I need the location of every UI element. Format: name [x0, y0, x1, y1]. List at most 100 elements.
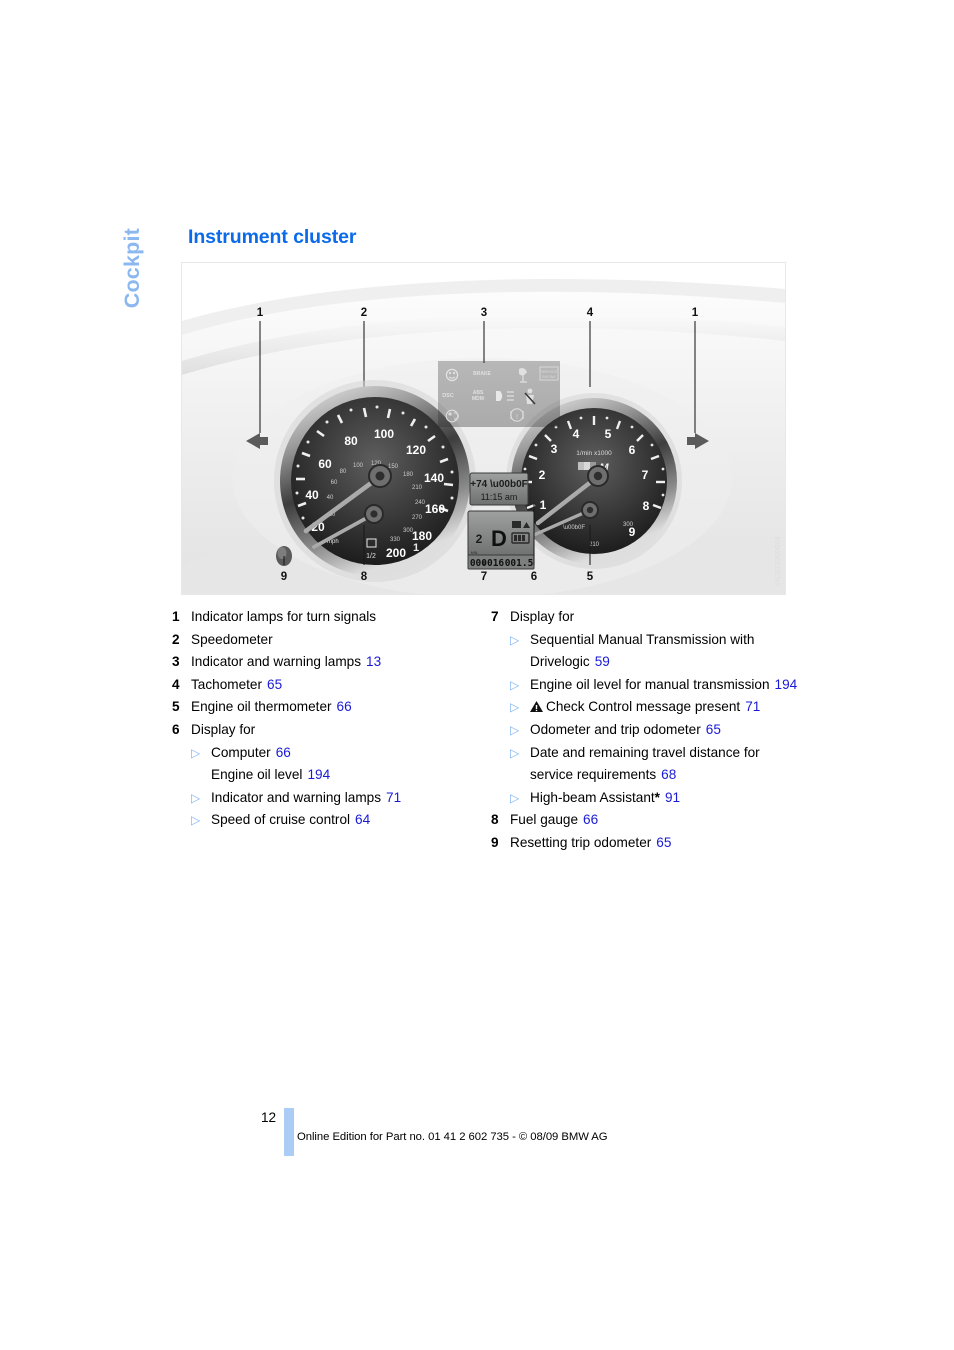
legend-subitem-check-control: ▷ Check Control message present 71: [510, 696, 801, 719]
svg-text:210: 210: [412, 485, 423, 491]
page-reference[interactable]: 66: [276, 745, 291, 760]
svg-text:200: 200: [386, 546, 406, 560]
legend-subitem-text: Date and remaining travel distance for s…: [530, 744, 760, 783]
chapter-tab-label: Cockpit: [119, 228, 144, 309]
svg-text:5: 5: [605, 427, 612, 441]
legend-subitem-computer: ▷ Computer 66: [191, 742, 472, 765]
legend-subitem-text: Engine oil level: [211, 767, 303, 783]
svg-text:240: 240: [415, 500, 426, 506]
legend-item-7: 7 Display for: [491, 606, 801, 629]
svg-text:1: 1: [692, 307, 699, 319]
svg-text:1: 1: [257, 307, 264, 319]
legend-item-number: 8: [491, 812, 499, 828]
footer-accent-bar: [284, 1108, 294, 1156]
svg-text:300: 300: [623, 522, 634, 528]
page-reference[interactable]: 65: [656, 835, 671, 850]
page-title: Instrument cluster: [188, 226, 357, 248]
legend-item-text: Indicator lamps for turn signals: [191, 609, 377, 624]
clock-value: 11:15 am: [481, 492, 518, 502]
page-reference[interactable]: 65: [267, 677, 282, 692]
bullet-triangle-icon: ▷: [510, 790, 520, 805]
legend-subitem-text: Indicator and warning lamps: [211, 789, 382, 805]
legend-item-1: 1 Indicator lamps for turn signals: [172, 606, 472, 629]
odometer-value: 000016: [470, 558, 505, 569]
gear-mode-value: D: [491, 526, 507, 551]
page-reference[interactable]: 59: [595, 654, 610, 669]
svg-text:6: 6: [531, 571, 537, 583]
legend-item-number: 2: [172, 631, 180, 647]
svg-text:SERVICE: SERVICE: [541, 370, 557, 374]
svg-text:2: 2: [539, 468, 546, 482]
instrument-cluster-figure: 1 2 3 4 1 20 40 60 80 100 120 140 160 18…: [181, 262, 786, 595]
legend-item-text: Fuel gauge: [510, 812, 579, 828]
legend-subitem-smg-drivelogic: ▷ Sequential Manual Transmission with Dr…: [510, 629, 801, 674]
legend-subitem-text: High-beam Assistant: [530, 789, 655, 805]
svg-text:270: 270: [412, 515, 423, 521]
bullet-triangle-icon: ▷: [510, 745, 520, 760]
bullet-triangle-icon: ▷: [191, 790, 201, 805]
legend-item-text: Display for: [510, 609, 575, 624]
svg-text:\u00b0F: \u00b0F: [563, 525, 585, 531]
svg-text:80: 80: [340, 469, 347, 475]
svg-text:180: 180: [412, 529, 432, 543]
svg-text:5: 5: [587, 571, 594, 583]
legend-item-text: Tachometer: [191, 676, 263, 692]
page-reference[interactable]: 91: [665, 790, 680, 805]
legend-subitem-high-beam-assistant: ▷ High-beam Assistant* 91: [510, 787, 801, 810]
page-number: 12: [261, 1110, 277, 1125]
legend-subitem-indicator-warning-lamps: ▷ Indicator and warning lamps 71: [191, 787, 472, 810]
svg-text:1/2: 1/2: [366, 553, 376, 560]
legend-subitem-text: Sequential Manual Transmission with Driv…: [530, 631, 755, 670]
page-reference[interactable]: 13: [366, 654, 381, 669]
legend-subitem-engine-oil-level: ▷ Engine oil level194: [191, 764, 472, 787]
page-reference[interactable]: 66: [337, 699, 352, 714]
svg-text:DSC: DSC: [442, 393, 454, 399]
page-reference[interactable]: 194: [775, 677, 798, 692]
svg-text:210: 210: [589, 542, 600, 548]
figure-code: VIC010200004: [775, 535, 782, 586]
svg-text:140: 140: [424, 471, 444, 485]
page-reference[interactable]: 71: [745, 699, 760, 714]
legend-item-number: 6: [172, 721, 180, 737]
svg-text:8: 8: [361, 571, 368, 583]
outside-temp-value: +74 \u00b0F: [470, 479, 528, 490]
svg-text:100: 100: [353, 463, 364, 469]
legend-item-number: 1: [172, 609, 180, 624]
gear-odometer-display: 2 D MIN 000016 001.5: [467, 510, 535, 570]
svg-text:330: 330: [390, 537, 401, 543]
legend-item-8: 8 Fuel gauge 66: [491, 809, 801, 832]
gear-number-value: 2: [476, 532, 483, 546]
svg-text:1: 1: [413, 542, 419, 554]
svg-text:7: 7: [642, 468, 649, 482]
bullet-triangle-icon: ▷: [510, 632, 520, 647]
svg-text:120: 120: [406, 443, 426, 457]
page-reference[interactable]: 194: [307, 767, 330, 782]
legend-subitem-text: Odometer and trip odometer: [530, 721, 701, 737]
optional-equipment-asterisk: *: [654, 789, 660, 805]
svg-text:160: 160: [425, 502, 445, 516]
page-reference[interactable]: 68: [661, 767, 676, 782]
svg-text:180: 180: [403, 472, 414, 478]
legend-item-number: 5: [172, 699, 180, 715]
svg-text:8: 8: [643, 499, 650, 513]
svg-text:3: 3: [551, 442, 558, 456]
svg-text:300: 300: [403, 528, 414, 534]
svg-text:6: 6: [629, 443, 636, 457]
legend-item-text: Display for: [191, 721, 256, 737]
svg-text:100: 100: [374, 427, 394, 441]
legend-item-number: 3: [172, 654, 180, 670]
page-reference[interactable]: 64: [355, 812, 370, 827]
svg-text:60: 60: [331, 480, 338, 486]
svg-text:BRAKE: BRAKE: [473, 371, 491, 377]
legend-item-text: Engine oil thermometer: [191, 699, 332, 715]
page-reference[interactable]: 66: [583, 812, 598, 827]
legend-right-column: 7 Display for ▷ Sequential Manual Transm…: [491, 606, 801, 855]
chapter-tab: Cockpit: [112, 228, 152, 398]
bullet-triangle-icon: ▷: [510, 677, 520, 692]
footer-copyright: Online Edition for Part no. 01 41 2 602 …: [297, 1131, 608, 1143]
page-reference[interactable]: 71: [386, 790, 401, 805]
legend-subitem-service-requirements: ▷ Date and remaining travel distance for…: [510, 742, 801, 787]
legend-subitem-text: Computer: [211, 744, 271, 760]
page-reference[interactable]: 65: [706, 722, 721, 737]
svg-text:60: 60: [318, 457, 332, 471]
